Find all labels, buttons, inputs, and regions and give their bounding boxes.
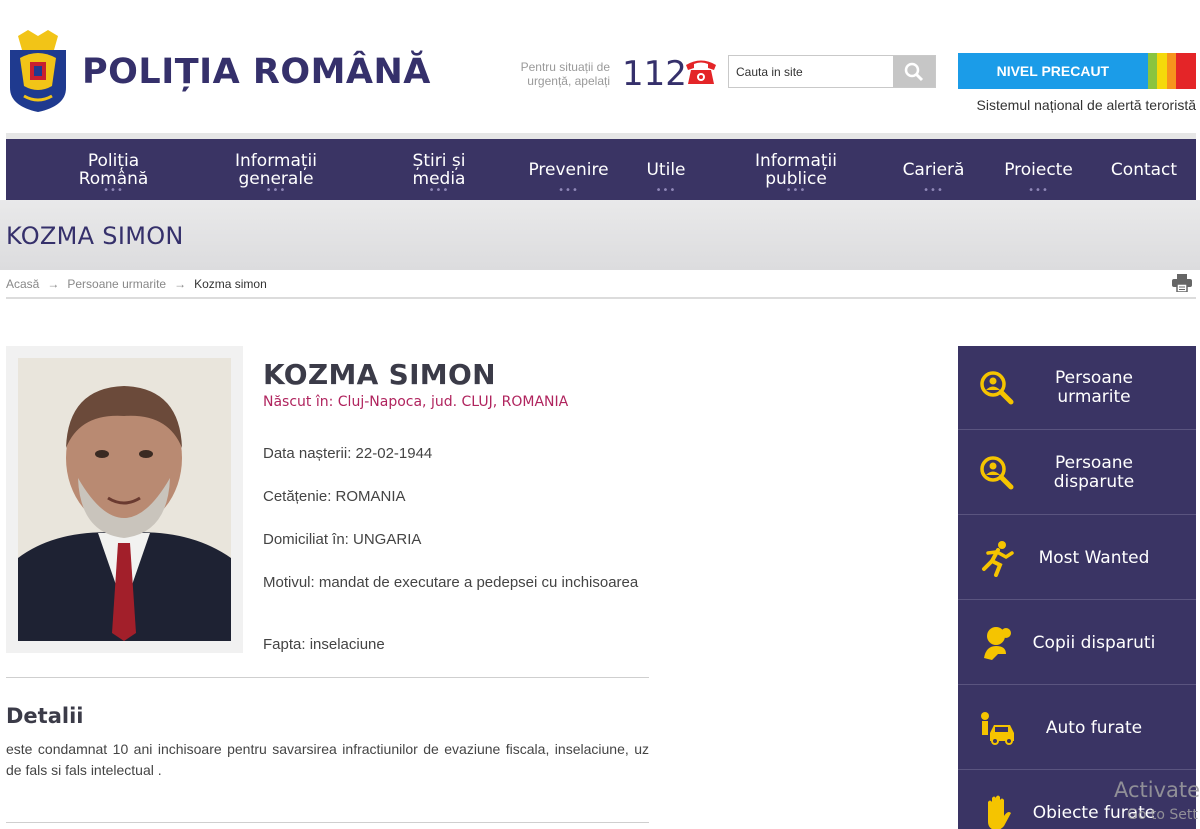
nav-item-politia-romana[interactable]: Poliția Română ••• — [66, 139, 161, 200]
details-heading: Detalii — [6, 704, 84, 728]
nav-item-informatii-generale[interactable]: Informații generale ••• — [226, 139, 326, 200]
nav-item-cariera[interactable]: Carieră ••• — [891, 139, 976, 200]
person-birth-date: Data nașterii: 22-02-1944 — [263, 445, 433, 462]
nav-dots: ••• — [923, 185, 944, 196]
sidebar-item-copii-disparuti[interactable]: Copii disparuti — [958, 601, 1196, 685]
running-man-icon — [982, 541, 1014, 577]
search-button[interactable] — [893, 56, 935, 87]
alert-level-label[interactable]: NIVEL PRECAUT — [958, 53, 1148, 89]
emergency-line-1: Pentru situații de — [520, 60, 610, 74]
site-brand-title[interactable]: POLIȚIA ROMÂNĂ — [82, 52, 431, 92]
nav-label: Proiecte — [1004, 159, 1073, 180]
site-search — [728, 55, 936, 88]
main-navigation: Poliția Română ••• Informații generale •… — [6, 133, 1196, 200]
nav-label: Utile — [646, 159, 686, 180]
nav-dots: ••• — [785, 185, 807, 196]
alert-stripe-red — [1176, 53, 1187, 89]
nav-dots: ••• — [1028, 185, 1049, 196]
nav-label-line1: Informații — [755, 150, 837, 171]
person-domicile: Domiciliat în: UNGARIA — [263, 531, 422, 548]
child-icon — [984, 627, 1011, 660]
section-divider-bottom — [6, 822, 649, 823]
nav-item-contact[interactable]: Contact — [1104, 139, 1184, 200]
search-person-icon — [980, 456, 1014, 490]
alert-stripe-red-end — [1186, 53, 1196, 89]
search-icon — [904, 62, 924, 81]
breadcrumb-separator: → — [47, 277, 60, 291]
person-citizenship: Cetățenie: ROMANIA — [263, 488, 406, 505]
sidebar-label: Persoane disparute — [1053, 453, 1135, 492]
emergency-text: Pentru situații de urgență, apelați — [500, 60, 610, 88]
breadcrumb: Acasă → Persoane urmarite → Kozma simon — [6, 277, 267, 291]
person-deed: Fapta: inselaciune — [263, 636, 385, 653]
site-header: POLIȚIA ROMÂNĂ Pentru situații de urgenț… — [0, 0, 1200, 130]
os-activation-watermark-sub: Go to Sett — [1127, 807, 1198, 823]
person-photo — [18, 358, 231, 641]
alert-stripe-green — [1147, 53, 1158, 89]
phone-icon — [686, 60, 716, 84]
hand-icon — [988, 795, 1011, 829]
nav-label: Carieră — [902, 159, 965, 180]
sidebar-label: Auto furate — [1045, 717, 1143, 738]
alert-stripe-yellow — [1157, 53, 1167, 89]
search-input[interactable] — [729, 56, 893, 87]
person-birthplace: Născut în: Cluj-Napoca, jud. CLUJ, ROMAN… — [263, 394, 569, 410]
person-reason: Motivul: mandat de executare a pedepsei … — [263, 574, 639, 591]
breadcrumb-divider — [6, 297, 1196, 299]
breadcrumb-home[interactable]: Acasă — [6, 277, 39, 291]
sidebar-item-persoane-urmarite[interactable]: Persoane urmarite — [958, 346, 1196, 430]
sidebar-item-most-wanted[interactable]: Most Wanted — [958, 516, 1196, 600]
nav-dots: ••• — [428, 185, 450, 196]
coat-of-arms-logo[interactable] — [6, 28, 70, 112]
nav-label-line1: Știri și — [412, 150, 466, 171]
nav-dots: ••• — [103, 185, 124, 196]
print-icon[interactable] — [1172, 274, 1192, 292]
details-text: este condamnat 10 ani inchisoare pentru … — [6, 741, 649, 778]
nav-dots: ••• — [558, 185, 579, 196]
nav-label: Contact — [1110, 159, 1178, 180]
nav-label-line1: Poliția — [87, 150, 140, 171]
person-photo-frame — [6, 346, 243, 653]
emergency-line-2: urgență, apelați — [527, 74, 610, 88]
page-title: KOZMA SIMON — [6, 222, 184, 250]
alert-caption: Sistemul național de alertă teroristă — [976, 97, 1196, 113]
search-person-icon — [980, 371, 1014, 405]
sidebar-item-persoane-disparute[interactable]: Persoane disparute — [958, 431, 1196, 515]
nav-item-stiri-media[interactable]: Știri și media ••• — [399, 139, 479, 200]
section-divider — [6, 677, 649, 678]
nav-label-line1: Informații — [235, 150, 317, 171]
nav-dots: ••• — [655, 185, 677, 196]
sidebar-label: Persoane urmarite — [1054, 368, 1133, 407]
person-name: KOZMA SIMON — [263, 358, 496, 391]
nav-dots: ••• — [265, 185, 287, 196]
sidebar-menu: Persoane urmarite Persoane disparute Mos… — [958, 346, 1196, 829]
os-activation-watermark: Activate — [1114, 778, 1200, 802]
nav-item-utile[interactable]: Utile ••• — [636, 139, 696, 200]
breadcrumb-current: Kozma simon — [194, 277, 267, 291]
nav-item-informatii-publice[interactable]: Informații publice ••• — [746, 139, 846, 200]
nav-item-prevenire[interactable]: Prevenire ••• — [521, 139, 616, 200]
sidebar-item-auto-furate[interactable]: Auto furate — [958, 686, 1196, 770]
sidebar-label: Copii disparuti — [1032, 632, 1156, 653]
nav-item-proiecte[interactable]: Proiecte ••• — [996, 139, 1081, 200]
sidebar-label: Most Wanted — [1038, 547, 1150, 568]
nav-label: Prevenire — [528, 159, 609, 180]
breadcrumb-separator: → — [174, 277, 187, 291]
alert-stripe-orange — [1166, 53, 1177, 89]
car-thief-icon — [981, 712, 1014, 745]
terror-alert-level[interactable]: NIVEL PRECAUT — [958, 53, 1196, 89]
breadcrumb-section[interactable]: Persoane urmarite — [67, 277, 166, 291]
emergency-number: 112 — [622, 54, 687, 94]
page-title-bar: KOZMA SIMON — [0, 200, 1200, 270]
